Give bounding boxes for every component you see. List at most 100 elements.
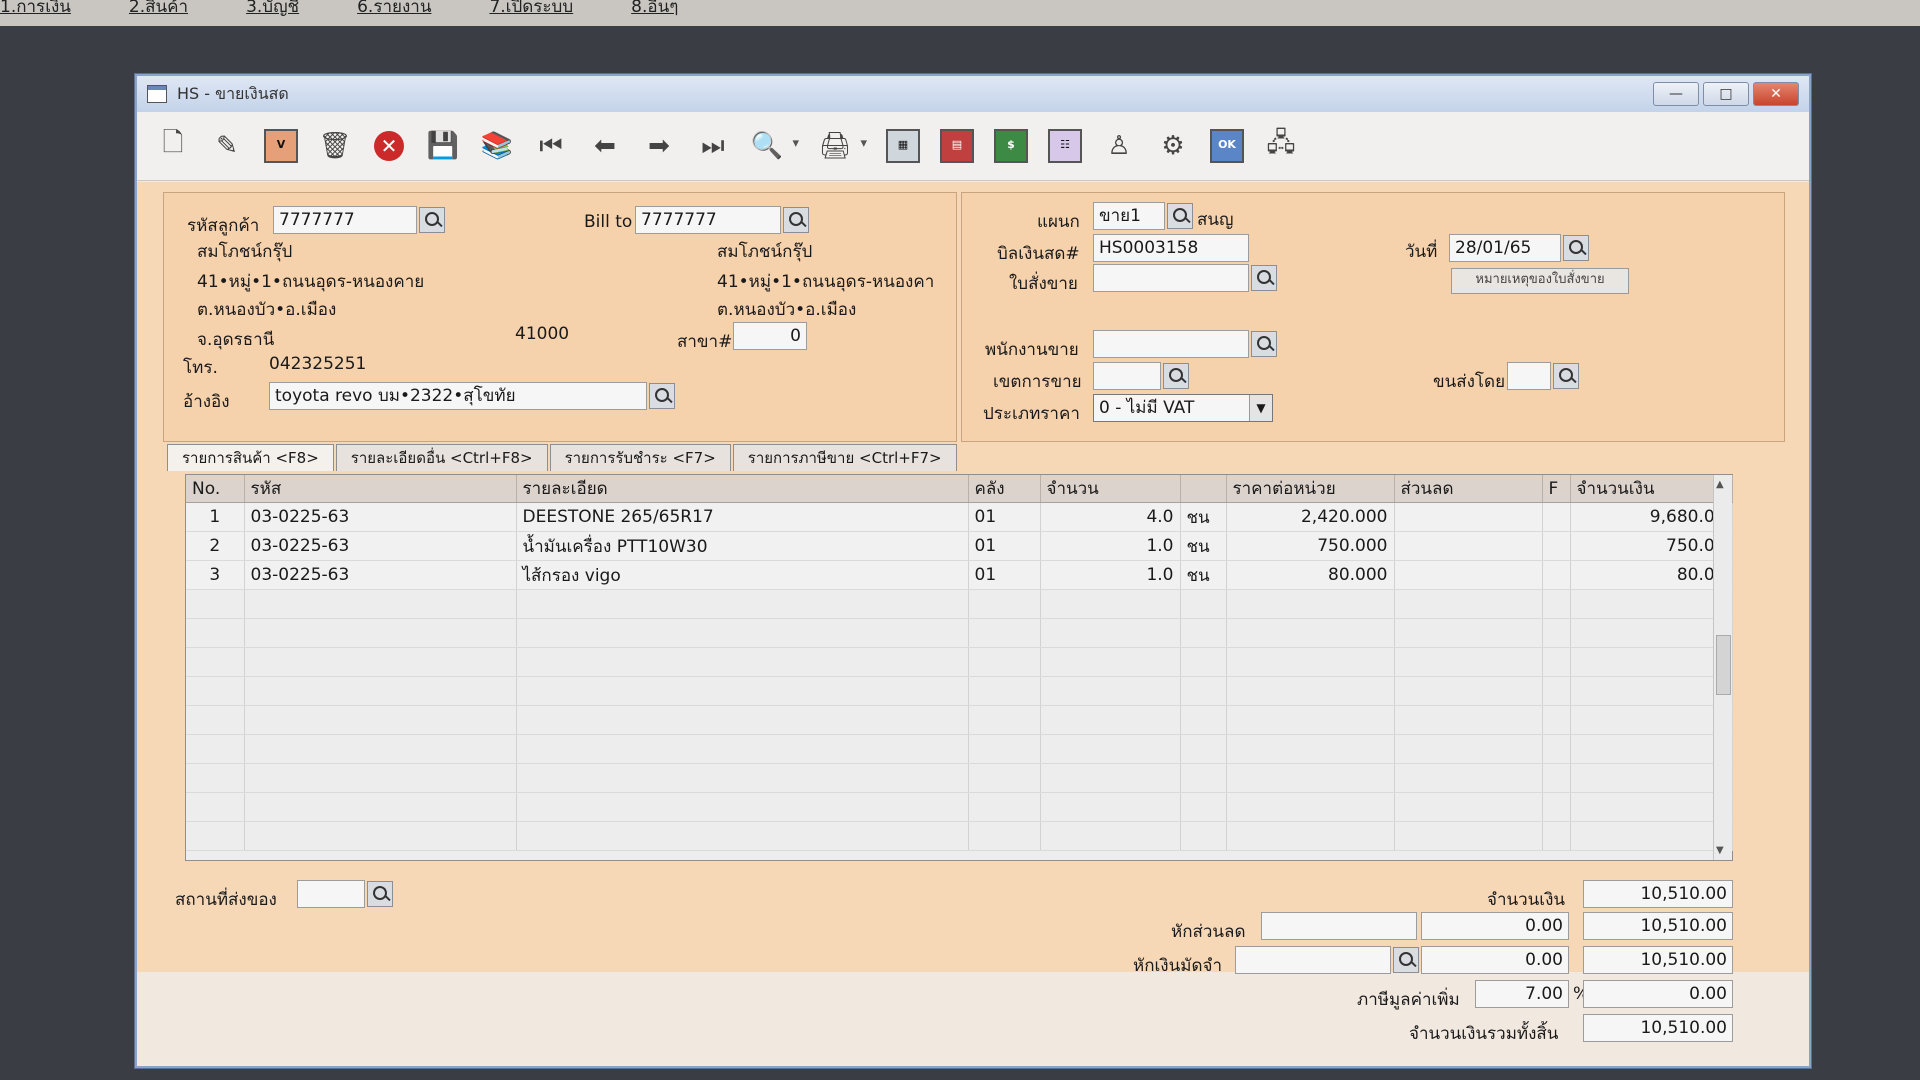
row-code[interactable]: 03-0225-63 <box>244 502 517 532</box>
bill-to-code-field[interactable]: 7777777 <box>635 206 781 234</box>
row-description[interactable]: น้ำมันเครื่อง PTT10W30 <box>516 531 969 561</box>
edit-icon[interactable]: ✎ <box>209 128 245 164</box>
calendar-icon[interactable]: ☷ <box>1047 128 1083 164</box>
row-code[interactable]: 03-0225-63 <box>244 531 517 561</box>
row-warehouse[interactable]: 01 <box>968 560 1041 590</box>
row-f[interactable] <box>1542 531 1571 561</box>
row-description[interactable]: ไส้กรอง vigo <box>516 560 969 590</box>
tab-other-details[interactable]: รายละเอียดอื่น <Ctrl+F8> <box>335 444 548 471</box>
col-header-quantity[interactable]: จำนวน <box>1040 475 1181 503</box>
bill-to-search-icon[interactable] <box>783 207 809 233</box>
row-description[interactable]: DEESTONE 265/65R17 <box>516 502 969 532</box>
col-header-warehouse[interactable]: คลัง <box>968 475 1041 503</box>
sales-order-note-button[interactable]: หมายเหตุของใบสั่งขาย <box>1451 268 1629 294</box>
close-button[interactable]: ✕ <box>1753 82 1799 106</box>
sales-area-search-icon[interactable] <box>1163 363 1189 389</box>
row-quantity[interactable]: 1.0 <box>1040 560 1181 590</box>
new-document-icon[interactable]: 🗋 <box>155 128 191 164</box>
table-row[interactable]: 2 03-0225-63 น้ำมันเครื่อง PTT10W30 01 1… <box>186 531 1733 561</box>
reference-field[interactable]: toyota revo บม•2322•สุโขทัย <box>269 382 647 410</box>
ok-icon[interactable]: OK <box>1209 128 1245 164</box>
first-record-icon[interactable]: ⏮ <box>533 128 569 164</box>
department-search-icon[interactable] <box>1167 203 1193 229</box>
row-f[interactable] <box>1542 502 1571 532</box>
scroll-down-icon[interactable]: ▼ <box>1716 845 1724 856</box>
col-header-amount[interactable]: จำนวนเงิน <box>1570 475 1733 503</box>
maximize-button[interactable]: □ <box>1703 82 1749 106</box>
row-warehouse[interactable]: 01 <box>968 502 1041 532</box>
empty-row[interactable] <box>186 589 1733 619</box>
empty-row[interactable] <box>186 821 1733 851</box>
last-record-icon[interactable]: ⏭ <box>695 128 731 164</box>
calculator-icon[interactable]: $ <box>993 128 1029 164</box>
date-field[interactable]: 28/01/65 <box>1449 234 1561 262</box>
deposit-text-field[interactable] <box>1235 946 1391 974</box>
price-type-select[interactable]: 0 - ไม่มี VAT ▼ <box>1093 394 1273 422</box>
salesman-field[interactable] <box>1093 330 1249 358</box>
row-unit-price[interactable]: 2,420.000 <box>1226 502 1395 532</box>
customer-search-icon[interactable] <box>419 207 445 233</box>
col-header-description[interactable]: รายละเอียด <box>516 475 969 503</box>
delivery-place-field[interactable] <box>297 880 365 908</box>
previous-record-icon[interactable]: ⬅ <box>587 128 623 164</box>
row-f[interactable] <box>1542 560 1571 590</box>
minimize-button[interactable]: — <box>1653 82 1699 106</box>
void-icon[interactable]: V <box>263 128 299 164</box>
tab-payments[interactable]: รายการรับชำระ <F7> <box>549 444 731 471</box>
scroll-thumb[interactable] <box>1716 635 1731 695</box>
discount-text-field[interactable] <box>1261 912 1417 940</box>
row-unit-price[interactable]: 750.000 <box>1226 531 1395 561</box>
date-picker-icon[interactable] <box>1563 235 1589 261</box>
empty-row[interactable] <box>186 618 1733 648</box>
col-header-unit[interactable] <box>1180 475 1227 503</box>
approve-person-icon[interactable]: ♙ <box>1101 128 1137 164</box>
trash-icon[interactable]: 🗑 <box>317 128 353 164</box>
table-row[interactable]: 1 03-0225-63 DEESTONE 265/65R17 01 4.0 ช… <box>186 502 1733 532</box>
menu-item-accounting[interactable]: 3.บัญชี <box>246 0 299 16</box>
row-discount[interactable] <box>1394 531 1543 561</box>
grid-scrollbar[interactable]: ▲ ▼ <box>1713 475 1732 860</box>
menu-item-goods[interactable]: 2.สินค้า <box>129 0 188 16</box>
scroll-up-icon[interactable]: ▲ <box>1716 479 1724 490</box>
empty-row[interactable] <box>186 763 1733 793</box>
report-icon[interactable]: ▤ <box>939 128 975 164</box>
row-unit[interactable]: ชน <box>1180 531 1227 561</box>
tools-icon[interactable]: ⚙ <box>1155 128 1191 164</box>
tab-items[interactable]: รายการสินค้า <F8> <box>167 444 334 471</box>
vat-rate-field[interactable]: 7.00 <box>1475 980 1569 1008</box>
table-row[interactable]: 3 03-0225-63 ไส้กรอง vigo 01 1.0 ชน 80.0… <box>186 560 1733 590</box>
books-icon[interactable]: 📚 <box>479 128 515 164</box>
row-unit-price[interactable]: 80.000 <box>1226 560 1395 590</box>
screen-icon[interactable]: ▦ <box>885 128 921 164</box>
col-header-code[interactable]: รหัส <box>244 475 517 503</box>
row-unit[interactable]: ชน <box>1180 502 1227 532</box>
save-icon[interactable]: 💾 <box>425 128 461 164</box>
chevron-down-icon[interactable]: ▼ <box>1249 395 1272 421</box>
empty-row[interactable] <box>186 792 1733 822</box>
row-discount[interactable] <box>1394 502 1543 532</box>
network-icon[interactable]: 🖧 <box>1263 128 1299 164</box>
sales-area-field[interactable] <box>1093 362 1161 390</box>
customer-code-field[interactable]: 7777777 <box>273 206 417 234</box>
menu-item-finance[interactable]: 1.การเงิน <box>0 0 71 16</box>
cancel-icon[interactable]: ✕ <box>371 128 407 164</box>
col-header-discount[interactable]: ส่วนลด <box>1394 475 1543 503</box>
shipping-search-icon[interactable] <box>1553 363 1579 389</box>
department-field[interactable]: ขาย1 <box>1093 202 1165 230</box>
sales-order-field[interactable] <box>1093 264 1249 292</box>
reference-search-icon[interactable] <box>649 383 675 409</box>
print-icon[interactable]: 🖨 <box>817 128 867 164</box>
menu-item-other[interactable]: 8.อื่นๆ <box>631 0 678 16</box>
empty-row[interactable] <box>186 676 1733 706</box>
row-quantity[interactable]: 4.0 <box>1040 502 1181 532</box>
next-record-icon[interactable]: ➡ <box>641 128 677 164</box>
sales-order-search-icon[interactable] <box>1251 265 1277 291</box>
row-code[interactable]: 03-0225-63 <box>244 560 517 590</box>
col-header-unit-price[interactable]: ราคาต่อหน่วย <box>1226 475 1395 503</box>
row-unit[interactable]: ชน <box>1180 560 1227 590</box>
empty-row[interactable] <box>186 734 1733 764</box>
shipping-field[interactable] <box>1507 362 1551 390</box>
delivery-place-search-icon[interactable] <box>367 881 393 907</box>
deposit-search-icon[interactable] <box>1393 947 1419 973</box>
preview-icon[interactable]: 🔍 <box>749 128 799 164</box>
